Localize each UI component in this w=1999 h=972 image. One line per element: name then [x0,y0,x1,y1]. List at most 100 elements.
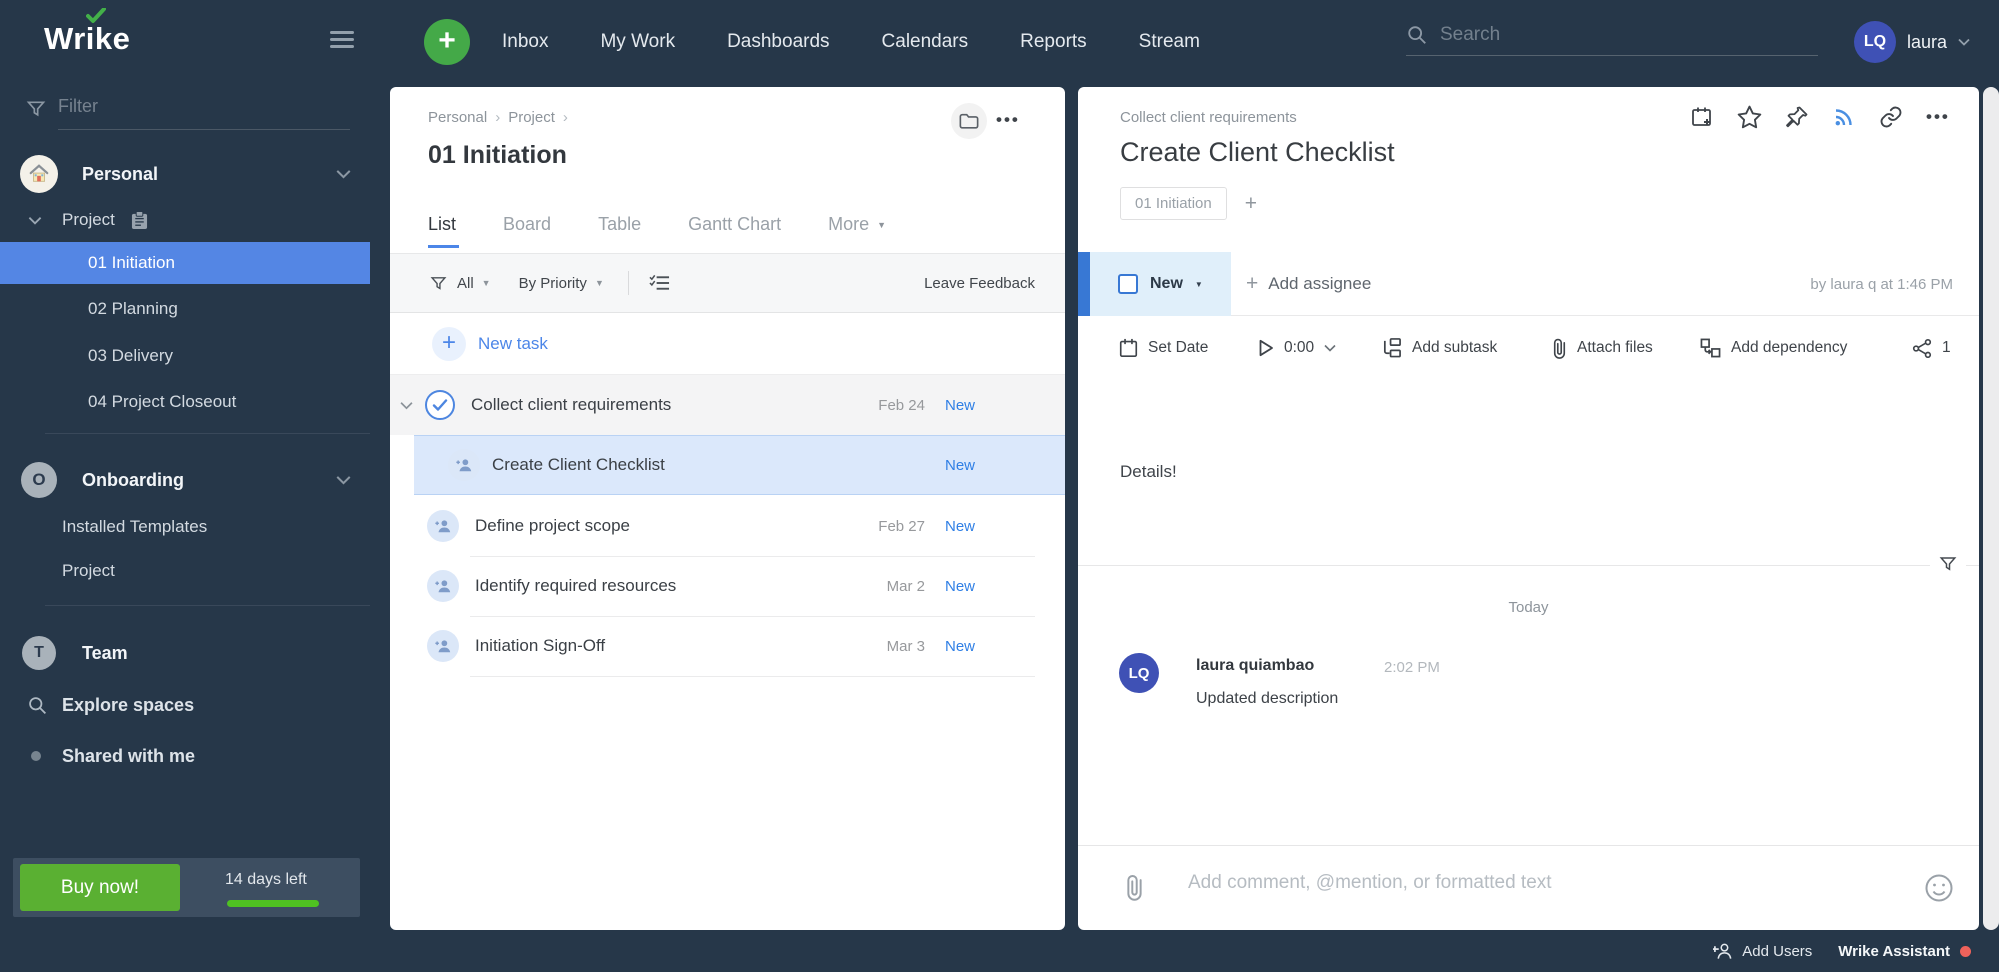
sidebar-space-team[interactable]: T Team [0,634,370,672]
sidebar-item-installed-templates[interactable]: Installed Templates [62,517,207,537]
sidebar-item-03-delivery[interactable]: 03 Delivery [88,346,173,366]
tab-gantt-chart[interactable]: Gantt Chart [688,214,781,235]
search-input[interactable] [1440,24,1800,46]
rss-follow-icon[interactable] [1832,105,1856,129]
tab-list[interactable]: List [428,214,456,235]
parent-task-breadcrumb[interactable]: Collect client requirements [1120,109,1297,126]
wrike-assistant-button[interactable]: Wrike Assistant [1838,943,1971,960]
more-options-icon[interactable]: ••• [996,110,1020,130]
sidebar-explore-spaces[interactable]: Explore spaces [0,687,370,723]
sidebar-shared-with-me[interactable]: Shared with me [0,738,370,774]
project-tag[interactable]: 01 Initiation [1120,187,1227,220]
activity-filter-icon[interactable] [1939,555,1957,573]
nav-inbox[interactable]: Inbox [502,31,548,53]
checklist-view-icon[interactable] [649,274,670,292]
filter-icon[interactable] [430,275,447,292]
task-status[interactable]: New [945,397,1003,414]
folder-button[interactable] [951,103,987,139]
add-assignee-icon[interactable] [448,449,480,481]
task-status[interactable]: New [945,638,1003,655]
add-assignee-button[interactable]: + Add assignee [1246,252,1371,316]
status-accent-bar [1078,252,1090,316]
time-tracker-button[interactable]: 0:00 [1258,316,1336,380]
tab-table[interactable]: Table [598,214,641,235]
nav-dashboards[interactable]: Dashboards [727,31,829,53]
filter-scope-dropdown[interactable]: All ▼ [457,275,491,292]
add-users-button[interactable]: Add Users [1713,942,1812,960]
wrike-logo[interactable]: Wrike [44,21,130,57]
user-avatar[interactable]: LQ [1854,21,1896,63]
row-separator [470,676,1035,677]
sidebar-item-01-initiation[interactable]: 01 Initiation [0,242,370,284]
breadcrumb-separator: › [495,109,501,126]
sidebar-item-project[interactable]: Project [62,561,115,581]
chevron-down-icon[interactable] [336,475,351,485]
sidebar-item-04-project-closeout[interactable]: 04 Project Closeout [88,392,236,412]
dot-icon [31,751,41,761]
task-status[interactable]: New [945,457,1003,474]
comment-author-name[interactable]: laura quiambao [1196,657,1314,675]
task-row-define-project-scope[interactable]: Define project scope Feb 27 New [390,496,1065,557]
onboarding-space-icon: O [21,462,57,498]
task-row-create-client-checklist[interactable]: Create Client Checklist New [414,435,1065,495]
sidebar-divider [45,433,370,434]
add-dependency-button[interactable]: Add dependency [1700,316,1847,380]
add-assignee-icon[interactable] [427,510,459,542]
sidebar-space-onboarding[interactable]: O Onboarding [0,460,370,500]
collapse-chevron-icon[interactable] [400,401,413,410]
task-status[interactable]: New [945,578,1003,595]
status-dropdown[interactable]: New ▼ [1090,252,1231,316]
chevron-down-icon[interactable] [336,169,351,179]
global-search [1406,24,1818,56]
sidebar-filter-input[interactable] [58,96,350,130]
comment-text: Updated description [1196,690,1339,707]
attach-files-button[interactable]: Attach files [1552,316,1653,380]
add-assignee-icon[interactable] [427,630,459,662]
comment-author-avatar[interactable]: LQ [1119,653,1159,693]
task-row-initiation-sign-off[interactable]: Initiation Sign-Off Mar 3 New [390,616,1065,677]
task-row-identify-required-resources[interactable]: Identify required resources Mar 2 New [390,556,1065,617]
new-task-button[interactable]: + New task [390,313,1065,375]
nav-reports[interactable]: Reports [1020,31,1087,53]
task-status[interactable]: New [945,518,1003,535]
nav-stream[interactable]: Stream [1139,31,1200,53]
leave-feedback-link[interactable]: Leave Feedback [924,275,1035,292]
activity-divider [1078,565,1930,566]
add-assignee-icon[interactable] [427,570,459,602]
link-icon[interactable] [1879,105,1903,129]
sidebar-space-personal[interactable]: Personal [0,152,370,196]
sort-dropdown[interactable]: By Priority ▼ [519,275,604,292]
sidebar-folder-project[interactable]: Project [0,202,370,238]
tab-board[interactable]: Board [503,214,551,235]
chevron-down-icon[interactable] [28,216,42,225]
breadcrumb-personal[interactable]: Personal [428,109,487,126]
nav-my-work[interactable]: My Work [600,31,675,53]
hamburger-menu-icon[interactable] [330,31,354,48]
comment-input[interactable] [1188,872,1828,894]
more-options-icon[interactable]: ••• [1926,107,1950,127]
add-subtask-button[interactable]: Add subtask [1381,316,1497,380]
buy-now-button[interactable]: Buy now! [20,864,180,911]
set-date-button[interactable]: Set Date [1119,316,1208,380]
user-menu[interactable]: LQ laura [1854,0,1970,84]
sidebar-item-02-planning[interactable]: 02 Planning [88,299,178,319]
calendar-add-icon[interactable] [1690,105,1714,129]
space-personal-label: Personal [82,163,159,184]
nav-calendars[interactable]: Calendars [882,31,969,53]
attach-file-icon[interactable] [1125,874,1144,901]
plus-icon: + [1246,272,1259,295]
create-new-button[interactable]: + [424,19,470,65]
task-row-collect-client-requirements[interactable]: Collect client requirements Feb 24 New [390,375,1065,435]
emoji-icon[interactable] [1924,873,1954,903]
tab-more[interactable]: More ▼ [828,214,886,235]
pin-icon[interactable] [1785,105,1809,129]
scrollbar[interactable] [1983,87,1999,930]
complete-task-checkbox[interactable] [1118,274,1138,294]
wrike-assistant-label: Wrike Assistant [1838,942,1950,960]
share-count-button[interactable]: 1 [1912,316,1951,380]
star-icon[interactable] [1737,105,1762,129]
complete-task-checkbox[interactable] [425,390,455,420]
task-description[interactable]: Details! [1120,462,1177,482]
add-tag-icon[interactable]: + [1245,192,1257,216]
breadcrumb-project[interactable]: Project [508,109,555,126]
